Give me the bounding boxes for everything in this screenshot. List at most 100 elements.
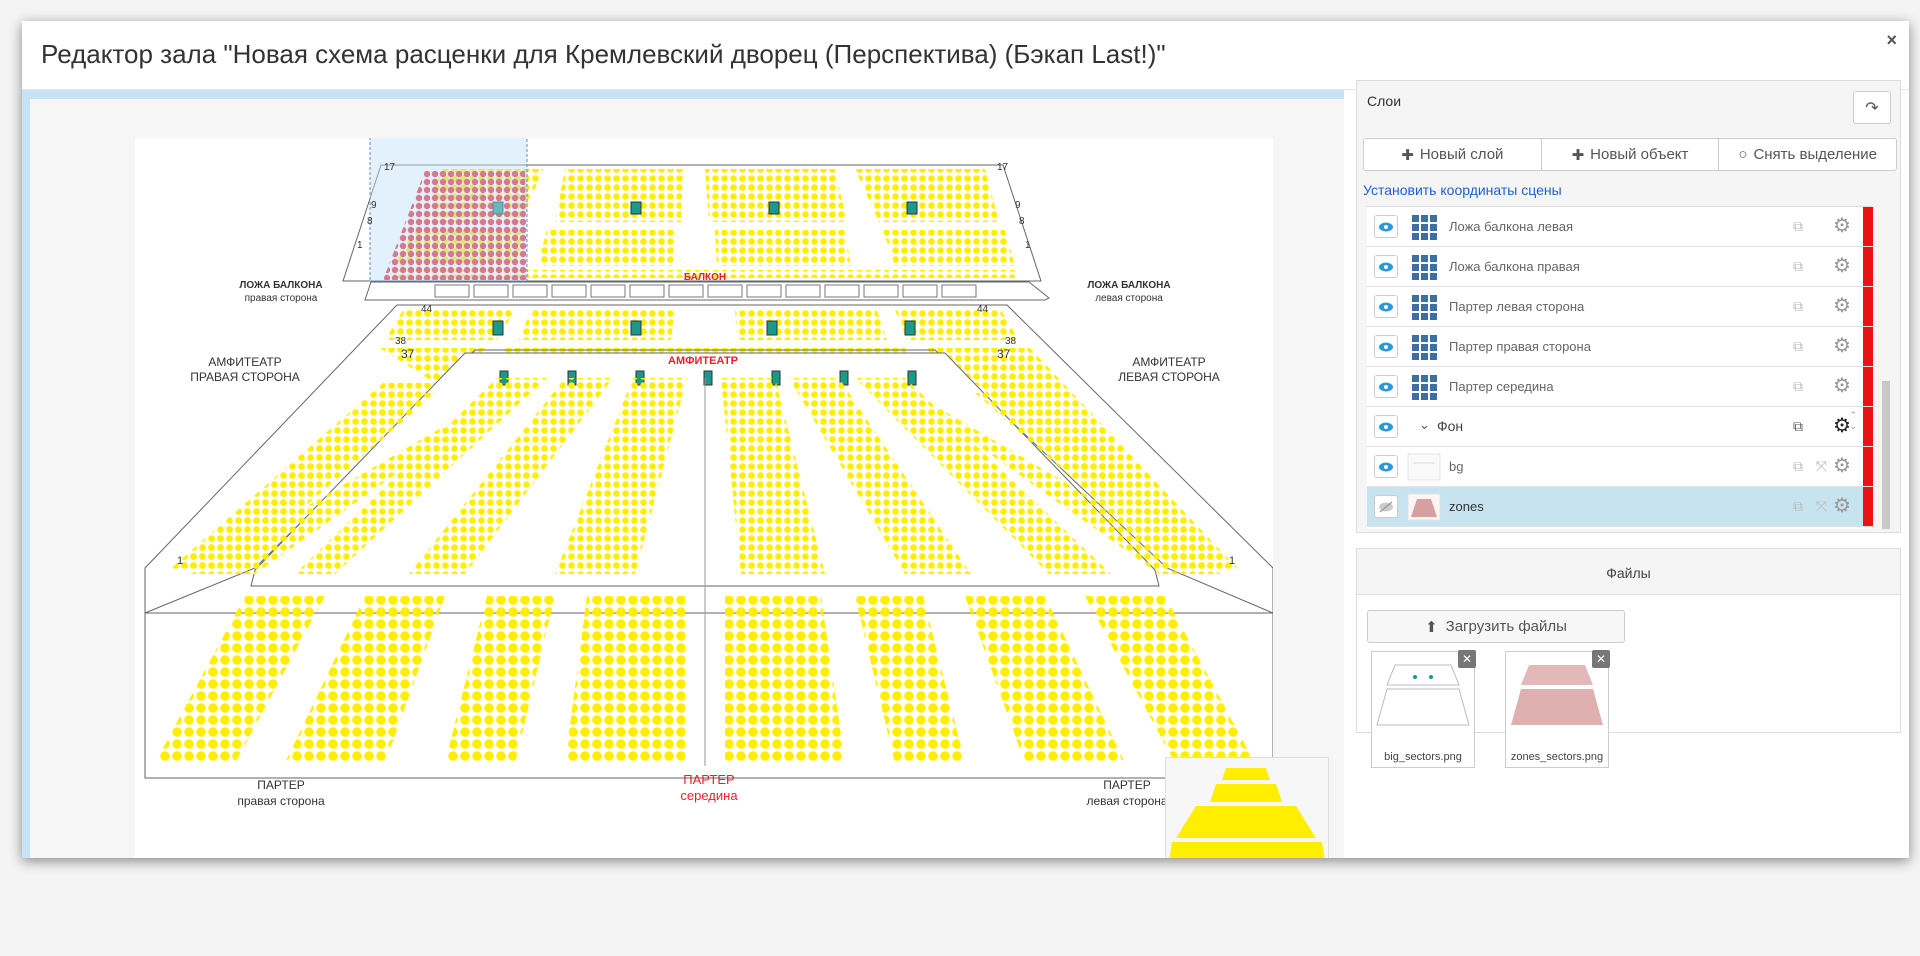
layer-name: Ложа балкона правая [1449,259,1580,274]
file-card[interactable]: ✕ big_sectors.png [1371,650,1476,768]
layers-panel: Слои ↷ ✚ Новый слой ✚ Новый объект ○ Снять … [1356,80,1901,533]
image-layer-row[interactable]: bg ⧉ ⤧ ⚙ [1367,447,1873,487]
balcony-seats-block-7[interactable] [715,230,851,266]
balcony-box [473,284,509,298]
image-layer-row[interactable]: zones ⧉ ⤧ ⚙ [1367,487,1873,527]
amf-right-sublabel: ПРАВАЯ СТОРОНА [190,370,300,384]
copy-icon[interactable]: ⧉ [1793,258,1803,275]
resize-icon[interactable]: ⤧ [1816,458,1827,475]
row-number: 17 [384,162,396,173]
parterre-lower-5[interactable] [725,596,845,763]
layer-group-row[interactable]: ⌄ Фон ⧉ ⚙ ⌃ ⌄ [1367,407,1873,447]
hall-scheme[interactable]: БАЛКОН АМФИТЕАТР 17 9 8 1 17 9 8 1 44 44… [135,130,1274,858]
delete-file-icon[interactable]: ✕ [1592,650,1610,668]
visibility-toggle[interactable] [1374,375,1398,398]
balcony-seats-block-2[interactable] [555,169,683,222]
row-number: 38 [1005,336,1017,347]
eye-icon [1379,262,1393,271]
new-layer-label: Новый слой [1419,146,1504,163]
balcony-box [941,284,977,298]
parterre-lower-3[interactable] [445,596,555,763]
gear-icon[interactable]: ⚙ [1833,456,1851,476]
layer-thumbnail [1405,289,1443,325]
gear-icon[interactable]: ⚙ [1833,496,1851,516]
pillar-amf-3 [766,320,778,336]
visibility-toggle[interactable] [1374,215,1398,238]
hall-scheme-svg[interactable]: БАЛКОН АМФИТЕАТР 17 9 8 1 17 9 8 1 44 44… [135,130,1274,858]
grid-icon [1411,254,1437,280]
pillar-amf-1 [492,320,504,336]
layer-name: Партер правая сторона [1449,339,1591,354]
parterre-lower-6[interactable] [855,596,965,763]
balcony-box [902,284,938,298]
visibility-toggle[interactable] [1374,455,1398,478]
layer-actions: ✚ Новый слой ✚ Новый объект ○ Снять выделен… [1363,138,1898,171]
gear-icon[interactable]: ⚙ [1833,296,1851,316]
row-number: 8 [367,216,373,227]
gear-icon[interactable]: ⚙ [1833,416,1851,436]
scrollbar[interactable] [1882,381,1890,529]
layer-thumbnail [1405,329,1443,365]
row-number: 17 [997,162,1009,173]
file-card[interactable]: ✕ zones_sectors.png [1505,650,1610,768]
deselect-button[interactable]: ○ Снять выделение [1718,138,1898,171]
grid-icon [1411,214,1437,240]
eye-icon [1379,222,1393,231]
new-layer-button[interactable]: ✚ Новый слой [1363,138,1542,171]
balcony-box [746,284,782,298]
layers-title: Слои [1367,93,1402,109]
balcony-seats-block-4[interactable] [855,169,999,222]
layer-list[interactable]: Ложа балкона левая ⧉ ⚙ Ложа балкона прав… [1367,206,1873,529]
minimap[interactable] [1165,757,1329,858]
copy-icon[interactable]: ⧉ [1793,378,1803,395]
visibility-toggle[interactable] [1374,415,1398,438]
set-coords-link[interactable]: Установить координаты сцены [1363,182,1562,198]
layer-color-bar [1863,327,1873,366]
file-preview [1509,655,1605,744]
copy-icon[interactable]: ⧉ [1793,338,1803,355]
selection-rectangle[interactable] [369,130,528,282]
row-number: 9 [1015,200,1021,211]
new-object-button[interactable]: ✚ Новый объект [1540,138,1720,171]
balcony-seats-block-8[interactable] [883,230,1015,266]
lodge-right-sublabel: правая сторона [245,293,318,304]
visibility-toggle[interactable] [1374,495,1398,518]
visibility-toggle[interactable] [1374,255,1398,278]
close-icon[interactable]: × [1886,31,1897,49]
gear-icon[interactable]: ⚙ [1833,336,1851,356]
gear-icon[interactable]: ⚙ [1833,256,1851,276]
balcony-box [434,284,470,298]
copy-icon[interactable]: ⧉ [1793,298,1803,315]
layer-row[interactable]: Партер правая сторона ⧉ ⚙ [1367,327,1873,367]
balcony-seats-block-6[interactable] [537,230,675,266]
upload-files-button[interactable]: ⬆ Загрузить файлы [1367,610,1625,643]
parterre-lower-4[interactable] [565,596,685,763]
resize-icon[interactable]: ⤧ [1816,498,1827,515]
share-button[interactable]: ↷ [1853,91,1891,124]
gear-icon[interactable]: ⚙ [1833,376,1851,396]
copy-icon[interactable]: ⧉ [1793,218,1803,235]
chevron-down-icon[interactable]: ⌄ [1419,417,1430,433]
layer-row[interactable]: Ложа балкона правая ⧉ ⚙ [1367,247,1873,287]
layer-thumbnail [1405,249,1443,285]
amf-right-label: АМФИТЕАТР [208,355,281,369]
layer-row[interactable]: Партер левая сторона ⧉ ⚙ [1367,287,1873,327]
layer-row[interactable]: Партер середина ⧉ ⚙ [1367,367,1873,407]
copy-icon[interactable]: ⧉ [1793,418,1803,435]
balcony-box [863,284,899,298]
visibility-toggle[interactable] [1374,335,1398,358]
copy-icon[interactable]: ⧉ [1793,458,1803,475]
row-number: 44 [977,304,989,315]
amphitheatre-seats-upper-2[interactable] [519,310,675,340]
amphitheatre-seats-upper-3[interactable] [735,310,887,340]
visibility-toggle[interactable] [1374,295,1398,318]
sort-arrows-icon[interactable]: ⌃ ⌄ [1849,410,1857,432]
row-number: 9 [371,200,377,211]
scene-canvas[interactable]: БАЛКОН АМФИТЕАТР 17 9 8 1 17 9 8 1 44 44… [22,90,1344,858]
layer-row[interactable]: Ложа балкона левая ⧉ ⚙ [1367,207,1873,247]
gear-icon[interactable]: ⚙ [1833,216,1851,236]
amf-left-label: АМФИТЕАТР [1132,355,1205,369]
delete-file-icon[interactable]: ✕ [1458,650,1476,668]
copy-icon[interactable]: ⧉ [1793,498,1803,515]
modal-title: Редактор зала "Новая схема расценки для … [41,39,1166,69]
